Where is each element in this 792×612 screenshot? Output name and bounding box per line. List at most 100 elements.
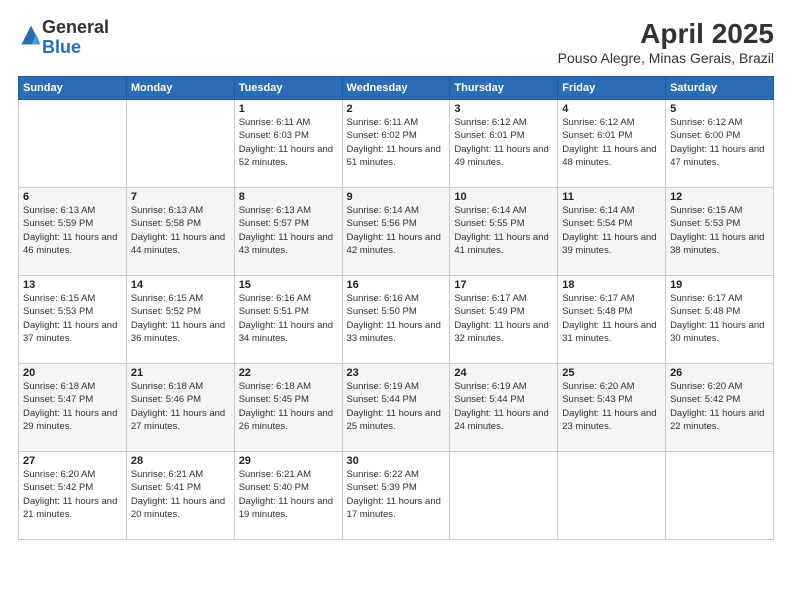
sunset-text: Sunset: 5:48 PM bbox=[670, 306, 740, 317]
day-number: 26 bbox=[670, 367, 769, 379]
sunrise-text: Sunrise: 6:18 AM bbox=[23, 381, 95, 392]
day-info: Sunrise: 6:20 AM Sunset: 5:42 PM Dayligh… bbox=[670, 380, 769, 433]
daylight-text: Daylight: 11 hours and 49 minutes. bbox=[454, 144, 548, 168]
day-number: 30 bbox=[347, 455, 446, 467]
day-number: 19 bbox=[670, 279, 769, 291]
title-block: April 2025 Pouso Alegre, Minas Gerais, B… bbox=[558, 18, 774, 66]
day-number: 5 bbox=[670, 103, 769, 115]
day-info: Sunrise: 6:19 AM Sunset: 5:44 PM Dayligh… bbox=[454, 380, 553, 433]
day-number: 6 bbox=[23, 191, 122, 203]
daylight-text: Daylight: 11 hours and 44 minutes. bbox=[131, 232, 225, 256]
logo-icon bbox=[20, 24, 42, 46]
day-number: 8 bbox=[239, 191, 338, 203]
sunset-text: Sunset: 5:52 PM bbox=[131, 306, 201, 317]
daylight-text: Daylight: 11 hours and 43 minutes. bbox=[239, 232, 333, 256]
day-number: 27 bbox=[23, 455, 122, 467]
day-info: Sunrise: 6:17 AM Sunset: 5:48 PM Dayligh… bbox=[562, 292, 661, 345]
sunrise-text: Sunrise: 6:20 AM bbox=[670, 381, 742, 392]
sunset-text: Sunset: 6:01 PM bbox=[562, 130, 632, 141]
sunset-text: Sunset: 5:48 PM bbox=[562, 306, 632, 317]
daylight-text: Daylight: 11 hours and 31 minutes. bbox=[562, 320, 656, 344]
day-info: Sunrise: 6:14 AM Sunset: 5:55 PM Dayligh… bbox=[454, 204, 553, 257]
day-number: 2 bbox=[347, 103, 446, 115]
sunrise-text: Sunrise: 6:18 AM bbox=[239, 381, 311, 392]
daylight-text: Daylight: 11 hours and 33 minutes. bbox=[347, 320, 441, 344]
day-number: 11 bbox=[562, 191, 661, 203]
day-info: Sunrise: 6:12 AM Sunset: 6:01 PM Dayligh… bbox=[562, 116, 661, 169]
day-number: 15 bbox=[239, 279, 338, 291]
sunset-text: Sunset: 6:01 PM bbox=[454, 130, 524, 141]
day-info: Sunrise: 6:11 AM Sunset: 6:02 PM Dayligh… bbox=[347, 116, 446, 169]
day-info: Sunrise: 6:15 AM Sunset: 5:52 PM Dayligh… bbox=[131, 292, 230, 345]
day-info: Sunrise: 6:17 AM Sunset: 5:48 PM Dayligh… bbox=[670, 292, 769, 345]
sunset-text: Sunset: 5:55 PM bbox=[454, 218, 524, 229]
daylight-text: Daylight: 11 hours and 37 minutes. bbox=[23, 320, 117, 344]
day-number: 24 bbox=[454, 367, 553, 379]
daylight-text: Daylight: 11 hours and 38 minutes. bbox=[670, 232, 764, 256]
day-number: 13 bbox=[23, 279, 122, 291]
day-number: 29 bbox=[239, 455, 338, 467]
day-info: Sunrise: 6:18 AM Sunset: 5:45 PM Dayligh… bbox=[239, 380, 338, 433]
table-row: 2 Sunrise: 6:11 AM Sunset: 6:02 PM Dayli… bbox=[342, 100, 450, 188]
day-number: 22 bbox=[239, 367, 338, 379]
day-number: 10 bbox=[454, 191, 553, 203]
day-number: 17 bbox=[454, 279, 553, 291]
sunset-text: Sunset: 5:51 PM bbox=[239, 306, 309, 317]
sunrise-text: Sunrise: 6:20 AM bbox=[562, 381, 634, 392]
table-row: 27 Sunrise: 6:20 AM Sunset: 5:42 PM Dayl… bbox=[19, 452, 127, 540]
table-row: 18 Sunrise: 6:17 AM Sunset: 5:48 PM Dayl… bbox=[558, 276, 666, 364]
day-info: Sunrise: 6:13 AM Sunset: 5:58 PM Dayligh… bbox=[131, 204, 230, 257]
table-row: 11 Sunrise: 6:14 AM Sunset: 5:54 PM Dayl… bbox=[558, 188, 666, 276]
sunset-text: Sunset: 5:46 PM bbox=[131, 394, 201, 405]
day-number: 21 bbox=[131, 367, 230, 379]
day-number: 20 bbox=[23, 367, 122, 379]
table-row: 6 Sunrise: 6:13 AM Sunset: 5:59 PM Dayli… bbox=[19, 188, 127, 276]
sunrise-text: Sunrise: 6:15 AM bbox=[131, 293, 203, 304]
sunset-text: Sunset: 5:45 PM bbox=[239, 394, 309, 405]
table-row: 17 Sunrise: 6:17 AM Sunset: 5:49 PM Dayl… bbox=[450, 276, 558, 364]
table-row: 5 Sunrise: 6:12 AM Sunset: 6:00 PM Dayli… bbox=[666, 100, 774, 188]
daylight-text: Daylight: 11 hours and 26 minutes. bbox=[239, 408, 333, 432]
daylight-text: Daylight: 11 hours and 30 minutes. bbox=[670, 320, 764, 344]
sunset-text: Sunset: 5:50 PM bbox=[347, 306, 417, 317]
daylight-text: Daylight: 11 hours and 46 minutes. bbox=[23, 232, 117, 256]
table-row: 14 Sunrise: 6:15 AM Sunset: 5:52 PM Dayl… bbox=[126, 276, 234, 364]
table-row: 19 Sunrise: 6:17 AM Sunset: 5:48 PM Dayl… bbox=[666, 276, 774, 364]
sunrise-text: Sunrise: 6:13 AM bbox=[23, 205, 95, 216]
sunrise-text: Sunrise: 6:14 AM bbox=[347, 205, 419, 216]
daylight-text: Daylight: 11 hours and 20 minutes. bbox=[131, 496, 225, 520]
table-row bbox=[126, 100, 234, 188]
daylight-text: Daylight: 11 hours and 47 minutes. bbox=[670, 144, 764, 168]
day-number: 12 bbox=[670, 191, 769, 203]
daylight-text: Daylight: 11 hours and 23 minutes. bbox=[562, 408, 656, 432]
day-info: Sunrise: 6:18 AM Sunset: 5:46 PM Dayligh… bbox=[131, 380, 230, 433]
day-info: Sunrise: 6:16 AM Sunset: 5:51 PM Dayligh… bbox=[239, 292, 338, 345]
daylight-text: Daylight: 11 hours and 51 minutes. bbox=[347, 144, 441, 168]
table-row: 24 Sunrise: 6:19 AM Sunset: 5:44 PM Dayl… bbox=[450, 364, 558, 452]
daylight-text: Daylight: 11 hours and 34 minutes. bbox=[239, 320, 333, 344]
header-sunday: Sunday bbox=[19, 77, 127, 100]
sunrise-text: Sunrise: 6:22 AM bbox=[347, 469, 419, 480]
day-info: Sunrise: 6:14 AM Sunset: 5:54 PM Dayligh… bbox=[562, 204, 661, 257]
logo-general-text: General bbox=[42, 17, 109, 37]
table-row bbox=[666, 452, 774, 540]
table-row bbox=[19, 100, 127, 188]
sunrise-text: Sunrise: 6:11 AM bbox=[239, 117, 311, 128]
sunset-text: Sunset: 5:57 PM bbox=[239, 218, 309, 229]
sunrise-text: Sunrise: 6:16 AM bbox=[239, 293, 311, 304]
daylight-text: Daylight: 11 hours and 42 minutes. bbox=[347, 232, 441, 256]
daylight-text: Daylight: 11 hours and 24 minutes. bbox=[454, 408, 548, 432]
sunset-text: Sunset: 5:40 PM bbox=[239, 482, 309, 493]
sunset-text: Sunset: 5:53 PM bbox=[670, 218, 740, 229]
day-info: Sunrise: 6:12 AM Sunset: 6:00 PM Dayligh… bbox=[670, 116, 769, 169]
table-row: 3 Sunrise: 6:12 AM Sunset: 6:01 PM Dayli… bbox=[450, 100, 558, 188]
sunrise-text: Sunrise: 6:12 AM bbox=[454, 117, 526, 128]
sunset-text: Sunset: 5:44 PM bbox=[454, 394, 524, 405]
sunset-text: Sunset: 5:54 PM bbox=[562, 218, 632, 229]
day-info: Sunrise: 6:18 AM Sunset: 5:47 PM Dayligh… bbox=[23, 380, 122, 433]
table-row: 9 Sunrise: 6:14 AM Sunset: 5:56 PM Dayli… bbox=[342, 188, 450, 276]
table-row: 30 Sunrise: 6:22 AM Sunset: 5:39 PM Dayl… bbox=[342, 452, 450, 540]
header-saturday: Saturday bbox=[666, 77, 774, 100]
daylight-text: Daylight: 11 hours and 36 minutes. bbox=[131, 320, 225, 344]
daylight-text: Daylight: 11 hours and 52 minutes. bbox=[239, 144, 333, 168]
